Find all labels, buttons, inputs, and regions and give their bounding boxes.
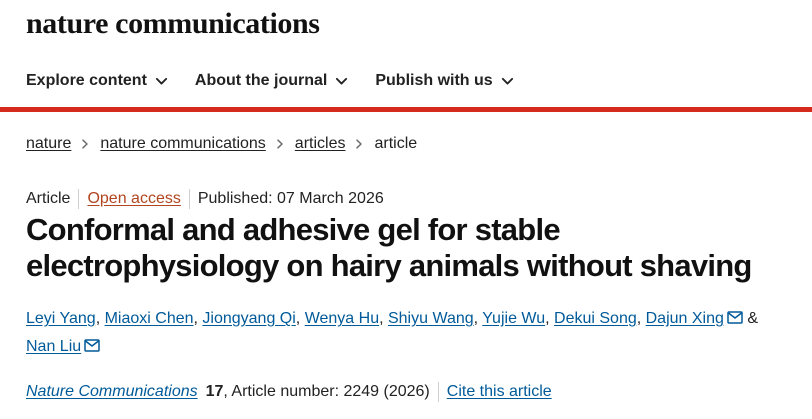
metadata-divider xyxy=(188,189,190,209)
author-separator: & xyxy=(747,310,759,327)
published-date: Published: 07 March 2026 xyxy=(197,190,384,207)
breadcrumb-articles[interactable]: articles xyxy=(295,134,346,154)
corresponding-author-group: Nan Liu xyxy=(26,338,100,355)
author-miaoxi-chen[interactable]: Miaoxi Chen xyxy=(105,310,194,327)
chevron-down-icon xyxy=(155,77,167,84)
nav-explore-content[interactable]: Explore content xyxy=(26,72,168,90)
open-access-link[interactable]: Open access xyxy=(87,189,180,209)
article-title: Conformal and adhesive gel for stable el… xyxy=(26,212,752,283)
author-separator: , xyxy=(95,310,105,327)
citation-divider xyxy=(437,382,439,402)
breadcrumb-current-article: article xyxy=(374,135,418,152)
author-jiongyang-qi[interactable]: Jiongyang Qi xyxy=(202,310,295,327)
author-dajun-xing[interactable]: Dajun Xing xyxy=(646,310,724,327)
breadcrumb-nature-communications[interactable]: nature communications xyxy=(100,134,265,154)
nav-about-the-journal[interactable]: About the journal xyxy=(195,72,348,90)
nav-publish-with-us-label: Publish with us xyxy=(375,72,493,89)
author-nan-liu[interactable]: Nan Liu xyxy=(26,338,81,355)
journal-volume: 17 xyxy=(205,383,224,400)
author-separator: , xyxy=(473,310,483,327)
nav-about-the-journal-label: About the journal xyxy=(194,72,328,89)
cite-this-article-link[interactable]: Cite this article xyxy=(447,382,552,402)
author-separator: , xyxy=(379,310,388,327)
article-page: nature communications Explore content Ab… xyxy=(0,0,812,419)
chevron-right-icon xyxy=(356,139,363,149)
author-yujie-wu[interactable]: Yujie Wu xyxy=(482,310,545,327)
corresponding-author-group: Dajun Xing xyxy=(646,310,748,327)
article-citation: Nature Communications 17 , Article numbe… xyxy=(26,382,552,402)
nav-publish-with-us[interactable]: Publish with us xyxy=(375,72,513,90)
main-navigation: Explore content About the journal Publis… xyxy=(26,69,541,93)
author-separator: , xyxy=(295,310,305,327)
chevron-right-icon xyxy=(277,139,283,149)
article-number: , Article number: 2249 (2026) xyxy=(223,383,430,400)
author-separator: , xyxy=(636,310,646,327)
mail-icon[interactable] xyxy=(84,339,100,352)
brand-divider xyxy=(0,107,812,112)
author-separator: , xyxy=(545,310,555,327)
journal-link[interactable]: Nature Communications xyxy=(26,382,198,402)
chevron-down-icon xyxy=(501,77,513,84)
chevron-down-icon xyxy=(336,77,348,84)
metadata-divider xyxy=(78,189,80,209)
author-leyi-yang[interactable]: Leyi Yang xyxy=(26,310,96,327)
article-metadata: Article Open access Published: 07 March … xyxy=(26,189,384,209)
breadcrumb: nature nature communications articles ar… xyxy=(26,134,417,154)
chevron-right-icon xyxy=(82,139,89,149)
author-list: Leyi Yang, Miaoxi Chen, Jiongyang Qi, We… xyxy=(26,305,796,361)
author-shiyu-wang[interactable]: Shiyu Wang xyxy=(388,310,474,327)
nav-explore-content-label: Explore content xyxy=(26,72,147,89)
breadcrumb-nature[interactable]: nature xyxy=(26,134,71,154)
mail-icon[interactable] xyxy=(727,311,743,324)
author-dekui-song[interactable]: Dekui Song xyxy=(554,310,637,327)
site-logo[interactable]: nature communications xyxy=(26,6,320,42)
author-wenya-hu[interactable]: Wenya Hu xyxy=(305,310,379,327)
article-type: Article xyxy=(26,190,71,207)
